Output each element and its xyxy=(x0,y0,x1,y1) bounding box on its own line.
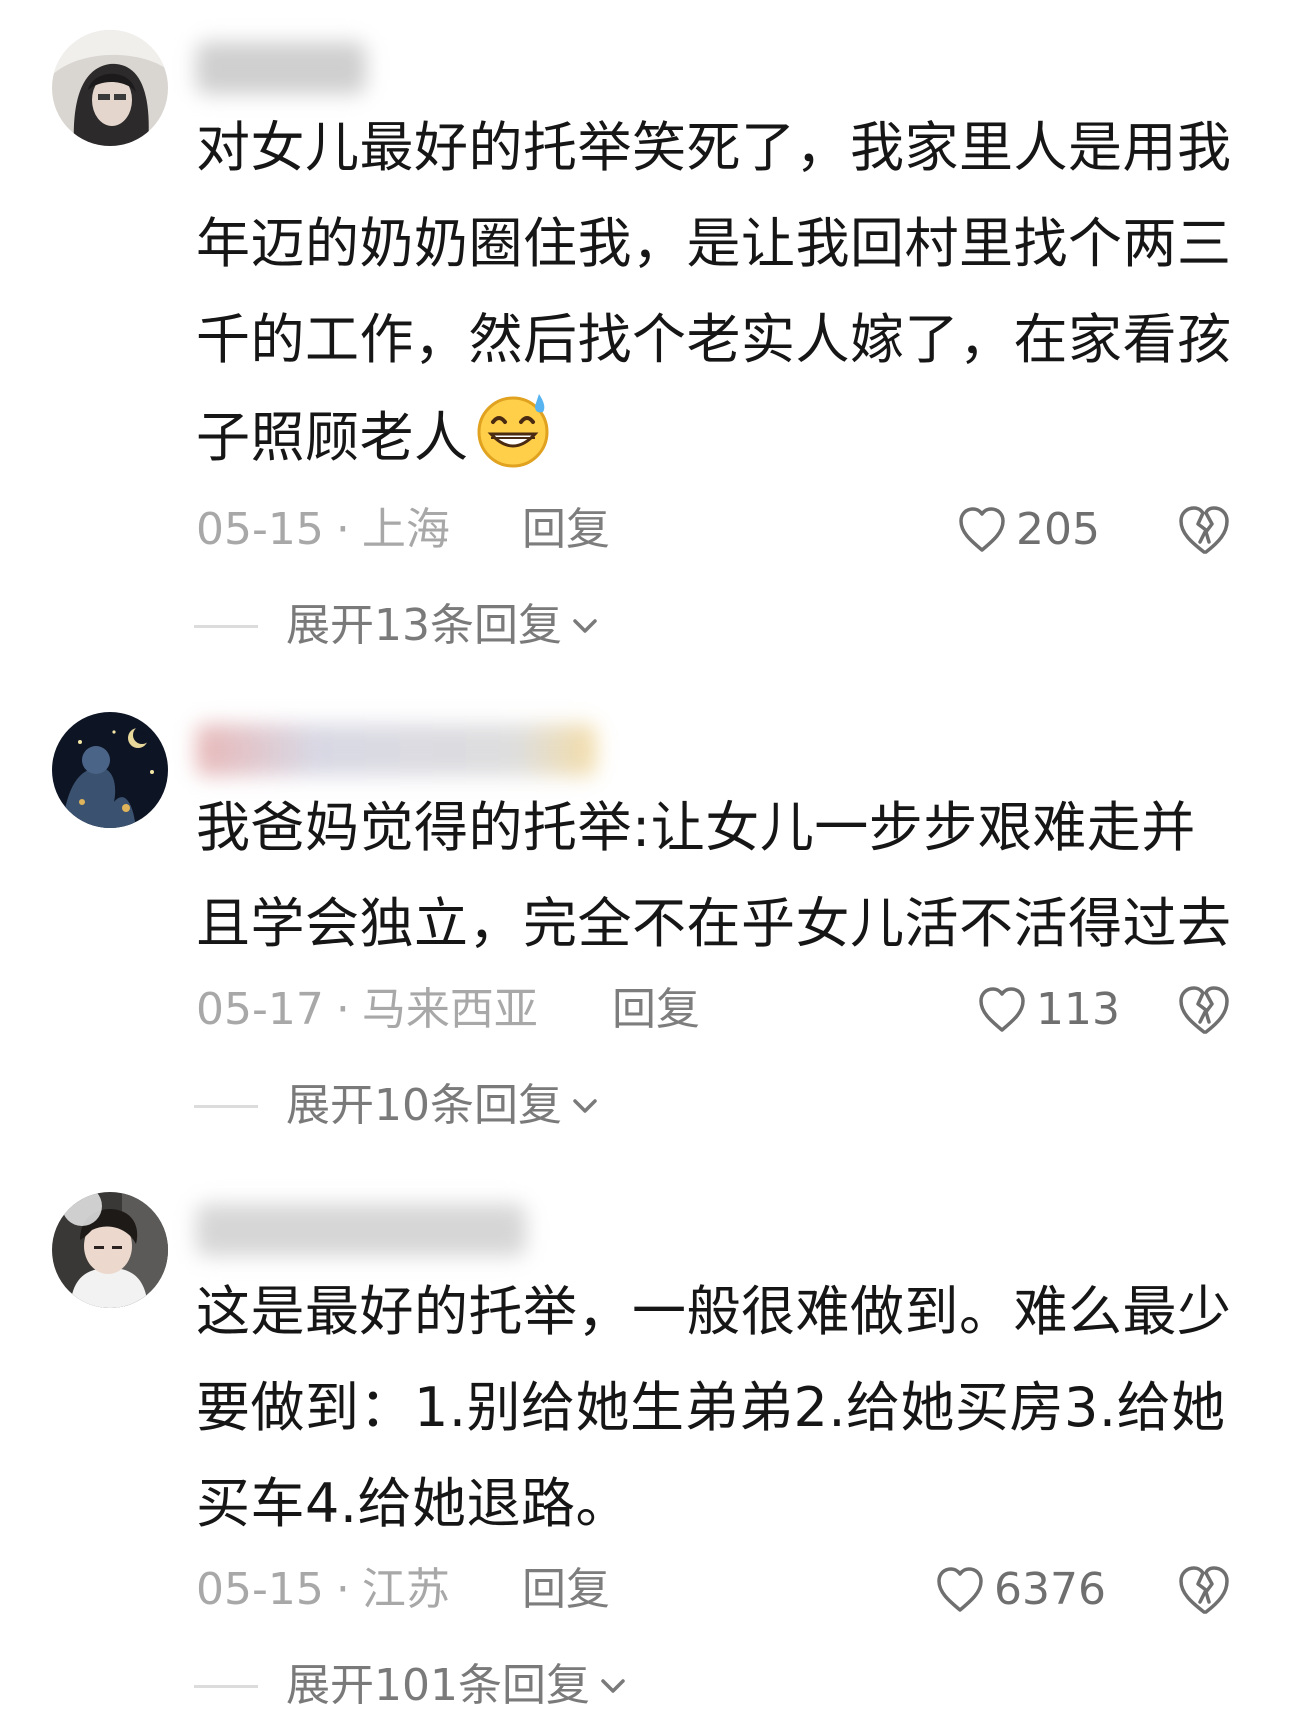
broken-heart-icon[interactable] xyxy=(1176,982,1232,1038)
comment-text: 对女儿最好的托举笑死了，我家里人是用我年迈的奶奶圈住我，是让我回村里找个两三千的… xyxy=(196,116,1232,469)
comment-location: 马来西亚 xyxy=(361,984,538,1035)
like-button[interactable]: 113 xyxy=(976,980,1120,1040)
avatar[interactable] xyxy=(52,712,168,828)
comment-location: 江苏 xyxy=(361,1564,450,1615)
username-redacted xyxy=(196,1204,526,1256)
reply-button[interactable]: 回复 xyxy=(522,500,610,560)
heart-outline-icon xyxy=(979,987,1025,1032)
meta-separator: · xyxy=(335,504,350,555)
like-button[interactable]: 205 xyxy=(956,500,1100,560)
heart-outline-icon xyxy=(937,1567,983,1612)
avatar[interactable] xyxy=(52,1192,168,1308)
comment-location: 上海 xyxy=(361,504,450,555)
comment-text: 这是最好的托举，一般很难做到。难么最少要做到：1.别给她生弟弟2.给她买房3.给… xyxy=(196,1280,1232,1535)
chevron-down-icon xyxy=(573,1099,597,1113)
expand-replies-label: 展开13条回复 xyxy=(286,600,562,651)
heart-outline-icon xyxy=(959,507,1005,552)
broken-heart-icon[interactable] xyxy=(1176,1562,1232,1618)
broken-heart-icon[interactable] xyxy=(1176,502,1232,558)
expand-replies-button[interactable]: 展开10条回复 xyxy=(194,1076,602,1136)
comment-date: 05-15 xyxy=(196,504,324,555)
expand-replies-button[interactable]: 展开13条回复 xyxy=(194,596,602,656)
like-count: 205 xyxy=(1016,504,1100,555)
comment-date: 05-15 xyxy=(196,1564,324,1615)
username-redacted xyxy=(196,42,366,94)
like-button[interactable]: 6376 xyxy=(934,1560,1106,1620)
grinning-sweat-emoji xyxy=(477,394,548,468)
comment-meta: 05-15 · 江苏 回复 xyxy=(196,1560,616,1620)
expand-divider xyxy=(194,624,258,628)
like-count: 113 xyxy=(1036,984,1120,1035)
expand-replies-label: 展开101条回复 xyxy=(286,1660,590,1711)
chevron-down-icon xyxy=(573,619,597,633)
meta-separator: · xyxy=(335,984,350,1035)
meta-separator: · xyxy=(335,1564,350,1615)
comment-meta: 05-15 · 上海 回复 xyxy=(196,500,616,560)
chevron-down-icon xyxy=(601,1679,625,1693)
expand-replies-button[interactable]: 展开101条回复 xyxy=(194,1656,630,1716)
comment-date: 05-17 xyxy=(196,984,324,1035)
reply-button[interactable]: 回复 xyxy=(522,1560,610,1620)
username-redacted xyxy=(196,724,596,776)
expand-divider xyxy=(194,1684,258,1688)
avatar[interactable] xyxy=(52,30,168,146)
like-count: 6376 xyxy=(994,1564,1106,1615)
expand-replies-label: 展开10条回复 xyxy=(286,1080,562,1131)
comment-text: 我爸妈觉得的托举:让女儿一步步艰难走并且学会独立，完全不在乎女儿活不活得过去 xyxy=(196,796,1232,955)
comment-meta: 05-17 · 马来西亚 回复 xyxy=(196,980,716,1040)
reply-button[interactable]: 回复 xyxy=(612,980,700,1040)
expand-divider xyxy=(194,1104,258,1108)
